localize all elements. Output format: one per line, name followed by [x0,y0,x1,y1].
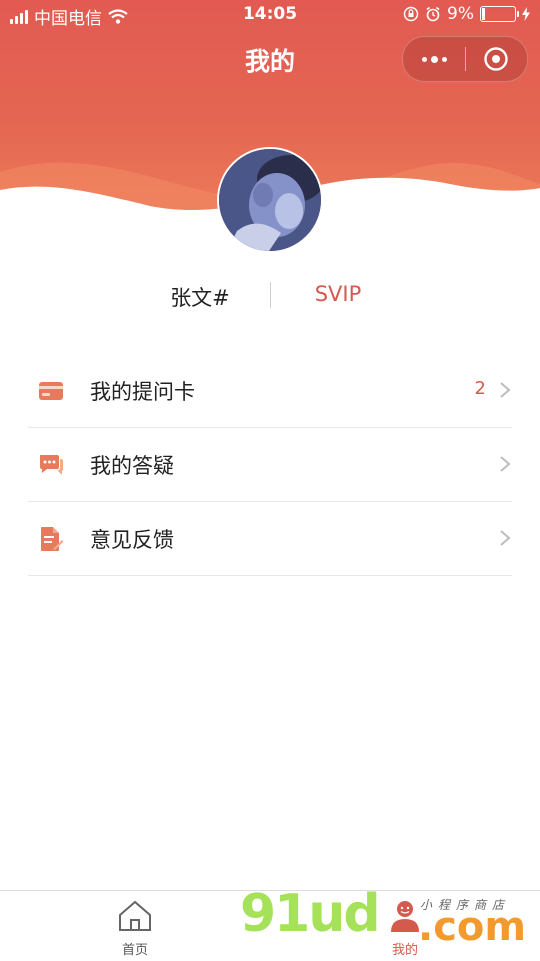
profile-info: 张文# SVIP [0,276,540,316]
home-icon [119,900,151,931]
avatar-photo [219,149,321,251]
battery-percent: 9% [447,4,474,24]
close-button[interactable] [465,37,527,81]
vip-badge: SVIP [314,282,362,306]
menu-item-label: 我的提问卡 [90,380,195,404]
tab-home-label: 首页 [121,943,148,958]
chevron-right-icon [500,530,511,546]
menu-item-label: 意见反馈 [90,528,174,552]
menu-item-question-card[interactable]: 我的提问卡 2 [28,354,512,428]
rotation-lock-icon [403,6,419,22]
tab-home[interactable]: 首页 [90,899,180,958]
chat-icon [40,455,63,475]
question-card-count: 2 [474,378,486,399]
avatar[interactable] [219,149,321,251]
more-dot-icon [430,55,438,63]
watermark-brand: 91ud [240,884,381,944]
menu-item-label: 我的答疑 [90,454,174,478]
chevron-right-icon [500,382,511,398]
menu-item-feedback[interactable]: 意见反馈 [28,502,512,576]
card-icon [39,382,63,400]
more-dot-icon [421,56,427,62]
document-edit-icon [41,527,64,551]
chevron-right-icon [500,456,511,472]
user-name: 张文# [170,286,230,310]
watermark-domain: .com [418,904,527,950]
target-close-icon [484,47,508,71]
more-dot-icon [441,56,447,62]
more-button[interactable] [403,37,465,81]
status-bar: 中国电信 14:05 9% [0,0,540,30]
battery-icon [480,6,519,22]
alarm-icon [426,6,440,22]
menu-list: 我的提问卡 2 我的答疑 意见反馈 [28,354,512,576]
menu-item-my-answers[interactable]: 我的答疑 [28,428,512,502]
charging-icon [522,7,530,21]
watermark: 91ud 小程序商店 .com [240,884,540,960]
miniprogram-capsule [402,36,528,82]
